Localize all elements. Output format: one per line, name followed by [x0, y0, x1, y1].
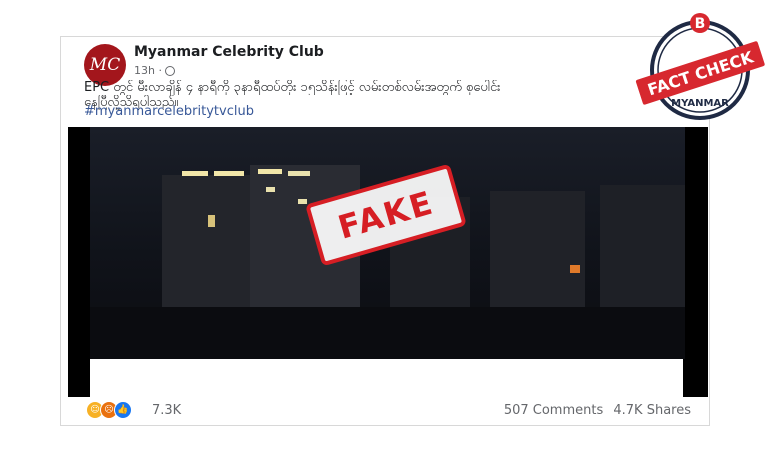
like-icon: 👍 — [114, 401, 132, 419]
fact-check-badge: B FACT CHECK MYANMAR — [635, 13, 765, 120]
lit-window — [288, 171, 310, 176]
video-player[interactable] — [68, 127, 708, 397]
engagement-stats: 507 Comments 4.7K Shares — [504, 403, 691, 418]
lit-window — [182, 171, 208, 176]
lit-window — [208, 215, 215, 227]
reaction-count[interactable]: 7.3K — [152, 403, 181, 418]
lit-window — [258, 169, 282, 174]
lit-window — [214, 171, 244, 176]
badge-subtitle: MYANMAR — [671, 98, 729, 109]
fake-stamp-text: FAKE — [333, 183, 439, 247]
lit-window — [298, 199, 307, 204]
post-text-line: EPC တွင် မီးလာချိန် ၄ နာရီကို ၃နာရီထပ်တိ… — [84, 80, 501, 95]
lit-window — [266, 187, 275, 192]
lit-window — [570, 265, 580, 273]
hashtag-link[interactable]: #myanmarcelebritytvclub — [84, 104, 254, 119]
avatar-text: MC — [89, 55, 121, 75]
badge-letter: B — [695, 16, 706, 32]
shares-link[interactable]: 4.7K Shares — [613, 403, 691, 418]
post-meta: 13h · — [134, 64, 175, 77]
foreground-shadow — [90, 307, 685, 359]
comments-link[interactable]: 507 Comments — [504, 403, 603, 418]
reactions-summary[interactable]: ☺ ☹ 👍 — [86, 401, 132, 419]
globe-icon — [164, 65, 175, 76]
post-time[interactable]: 13h · — [134, 64, 162, 77]
page-name-link[interactable]: Myanmar Celebrity Club — [134, 44, 324, 60]
video-bottom-strip — [90, 359, 683, 398]
